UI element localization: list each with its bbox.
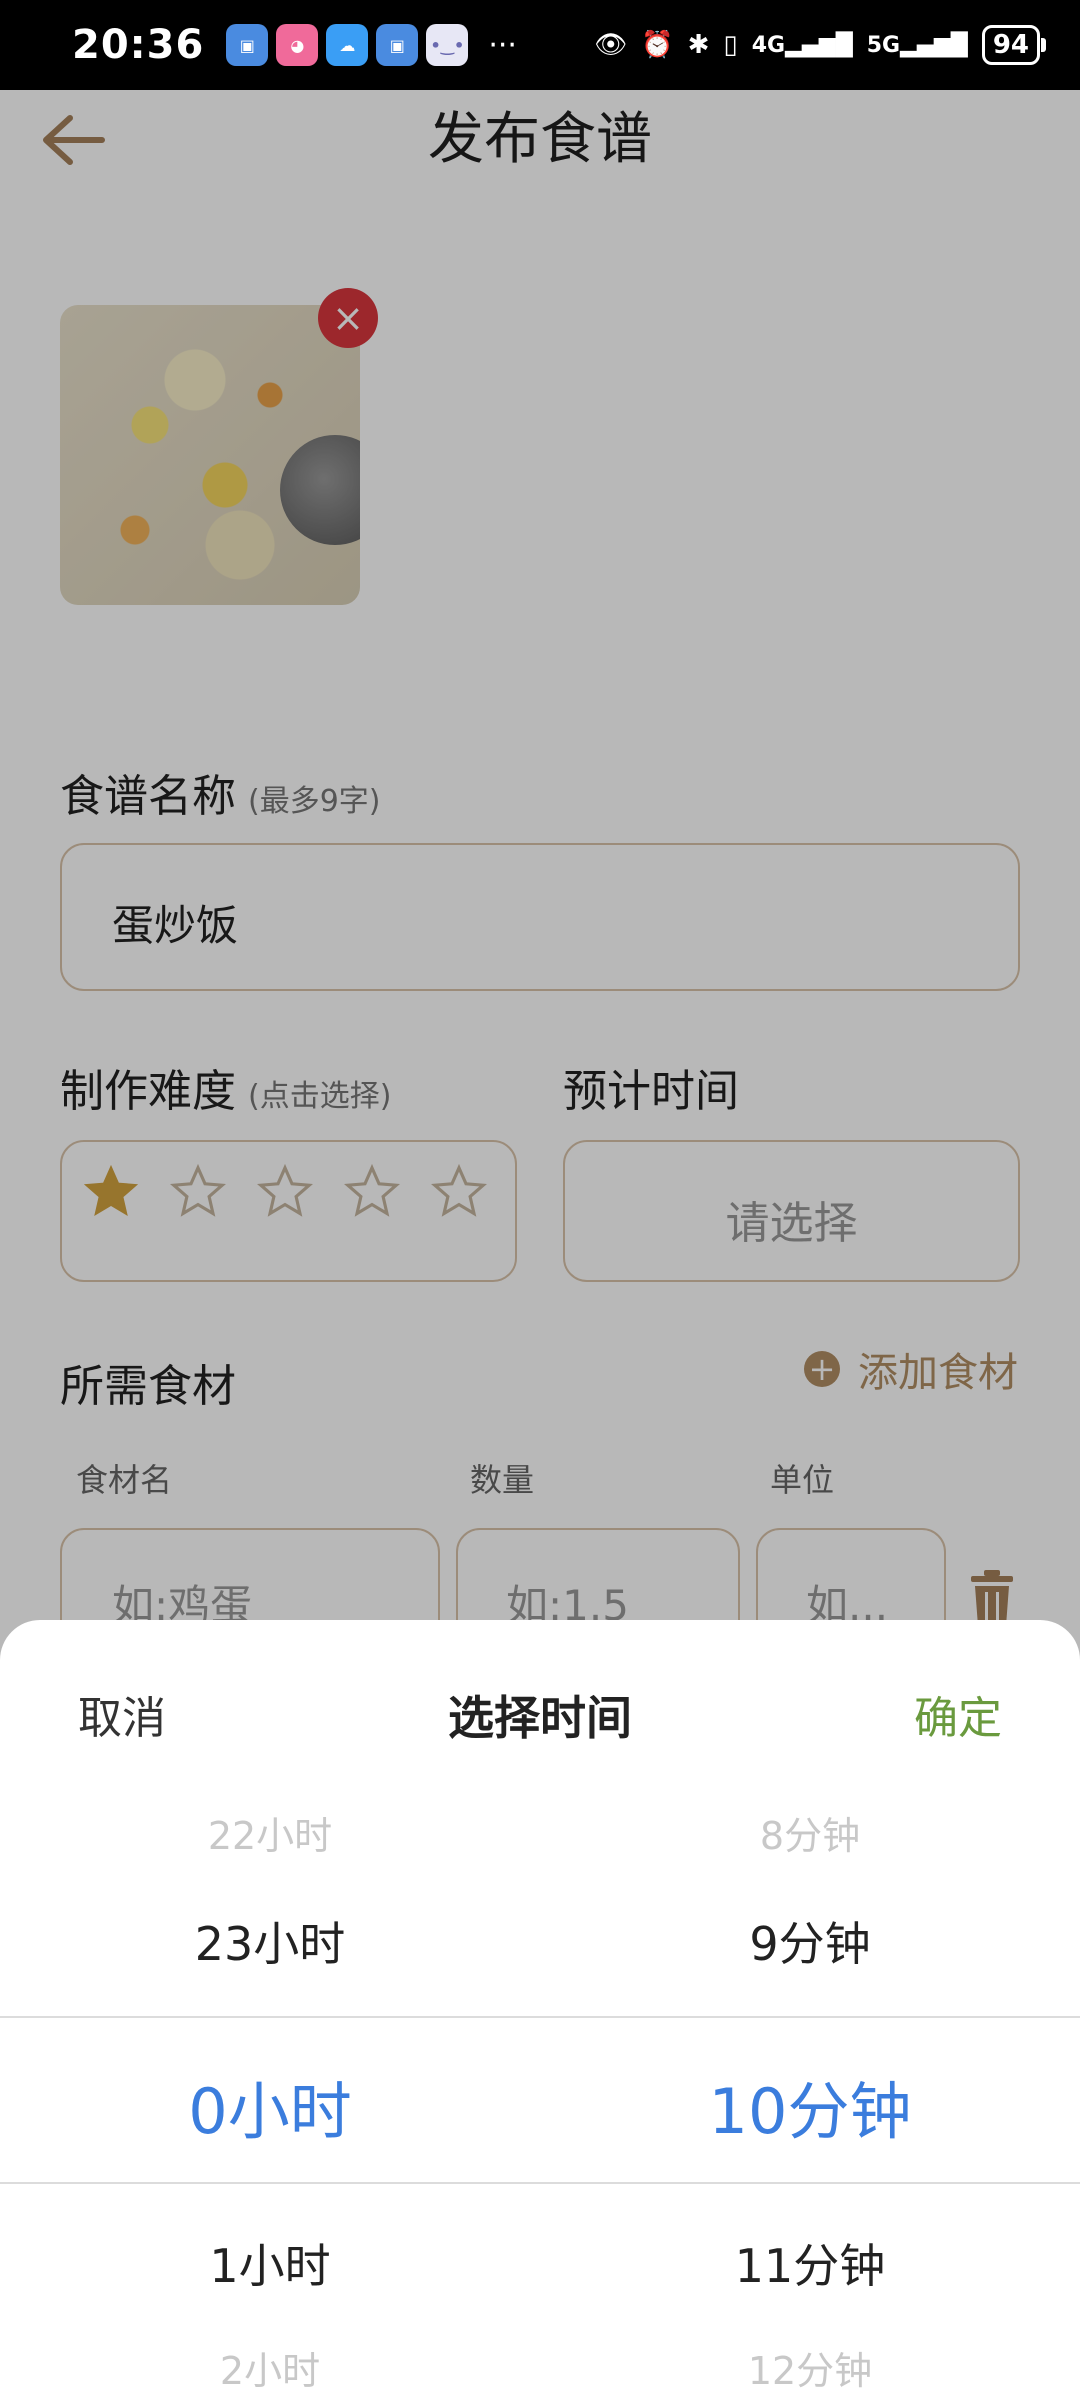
vibrate-icon: ▯	[723, 30, 738, 60]
alarm-icon: ⏰	[641, 30, 674, 60]
cloud-icon: ☁	[326, 24, 369, 66]
app-notification-icon: ▣	[226, 24, 269, 66]
more-icon: ···	[488, 27, 517, 63]
chat-bubble-icon: •‿•	[426, 24, 469, 66]
app-notification-icon: ▣	[376, 24, 419, 66]
minute-option-selected[interactable]: 10分钟	[540, 2061, 1080, 2151]
hour-option[interactable]: 23小时	[0, 1908, 540, 1974]
time-picker-sheet: 取消 选择时间 确定 22小时 23小时 0小时 1小时 2小时 8分钟 9分钟…	[0, 1620, 1080, 2400]
status-time: 20:36	[72, 22, 205, 68]
bluetooth-icon: ✱	[687, 30, 710, 60]
hour-option[interactable]: 1小时	[0, 2230, 540, 2296]
notification-icons: ▣ ◕ ☁ ▣ •‿• ···	[226, 24, 517, 66]
status-bar: 20:36 ▣ ◕ ☁ ▣ •‿• ··· 👁 ⏰ ✱ ▯ 4G▂▄▆█ 5G▂…	[0, 0, 1080, 90]
minute-option[interactable]: 12分钟	[540, 2340, 1080, 2395]
minute-option[interactable]: 9分钟	[540, 1908, 1080, 1974]
hour-wheel[interactable]: 22小时 23小时 0小时 1小时 2小时	[0, 1620, 540, 2400]
hour-option-selected[interactable]: 0小时	[0, 2061, 540, 2151]
minute-option[interactable]: 8分钟	[540, 1805, 1080, 1860]
hour-option[interactable]: 22小时	[0, 1805, 540, 1860]
signal-4g-icon: 4G▂▄▆█	[751, 32, 853, 58]
hour-option[interactable]: 2小时	[0, 2340, 540, 2395]
minute-option[interactable]: 11分钟	[540, 2230, 1080, 2296]
status-indicators: 👁 ⏰ ✱ ▯ 4G▂▄▆█ 5G▂▄▆█ 94	[594, 25, 1047, 65]
battery-icon: 94	[981, 25, 1047, 65]
minute-wheel[interactable]: 8分钟 9分钟 10分钟 11分钟 12分钟	[540, 1620, 1080, 2400]
eye-icon: 👁	[594, 30, 628, 60]
signal-5g-icon: 5G▂▄▆█	[866, 32, 968, 58]
bilibili-icon: ◕	[276, 24, 319, 66]
